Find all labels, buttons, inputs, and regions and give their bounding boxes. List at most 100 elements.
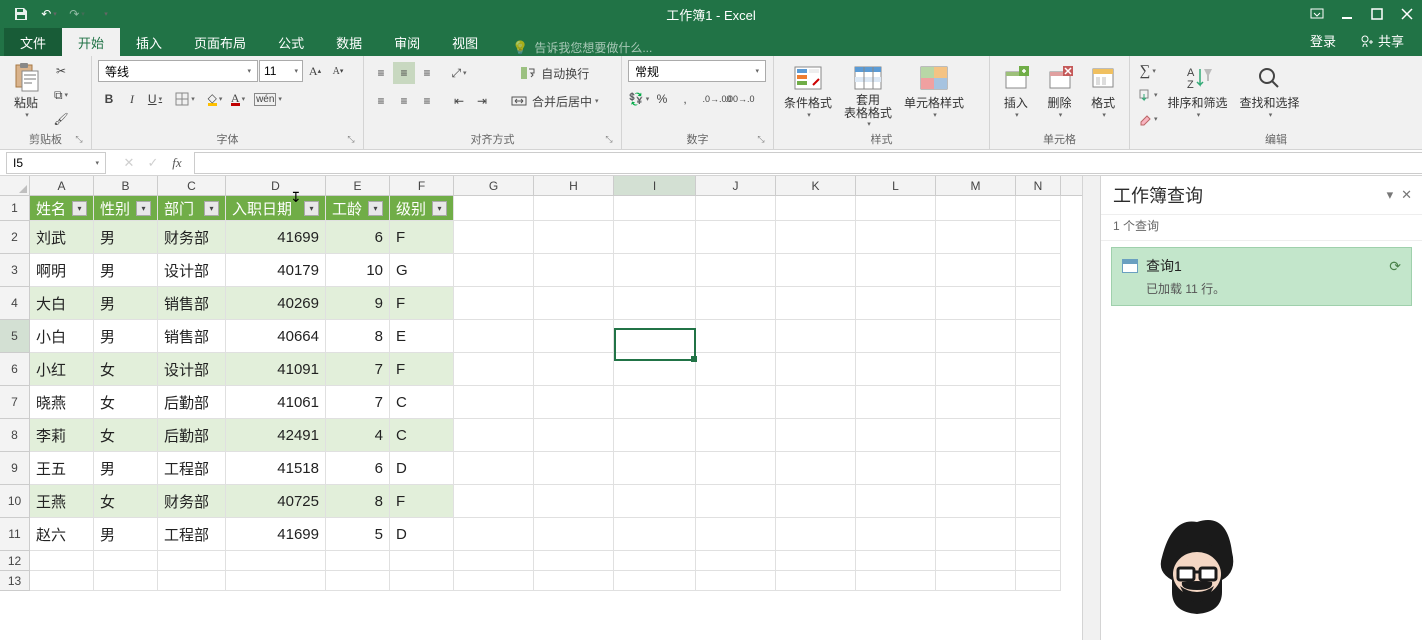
refresh-icon[interactable]: ⟳ <box>1389 258 1401 275</box>
cell[interactable]: 9 <box>326 287 390 320</box>
cell[interactable] <box>614 320 696 353</box>
dialog-launcher-icon[interactable]: ⤡ <box>345 134 357 146</box>
cell[interactable] <box>1016 196 1061 221</box>
increase-indent-button[interactable]: ⇥ <box>471 90 493 112</box>
phonetic-button[interactable]: wén▾ <box>257 88 279 110</box>
cell[interactable]: 女 <box>94 386 158 419</box>
cell[interactable]: F <box>390 353 454 386</box>
autosum-button[interactable]: ∑▾ <box>1136 60 1160 82</box>
cell[interactable]: G <box>390 254 454 287</box>
cell[interactable] <box>1016 452 1061 485</box>
col-header[interactable]: N <box>1016 176 1061 195</box>
fill-color-button[interactable]: ◇▾ <box>204 88 226 110</box>
font-size-select[interactable]: 11▾ <box>259 60 303 82</box>
cell[interactable]: 设计部 <box>158 353 226 386</box>
filter-icon[interactable]: ▾ <box>72 201 87 216</box>
col-header[interactable]: A <box>30 176 94 195</box>
font-color-button[interactable]: A▾ <box>227 88 249 110</box>
cell[interactable] <box>454 485 534 518</box>
tab-review[interactable]: 审阅 <box>378 28 436 56</box>
cell[interactable]: 小红 <box>30 353 94 386</box>
cell[interactable] <box>936 196 1016 221</box>
cell[interactable] <box>534 518 614 551</box>
cell[interactable]: 后勤部 <box>158 419 226 452</box>
cell[interactable] <box>856 386 936 419</box>
cell[interactable]: 啊明 <box>30 254 94 287</box>
cell[interactable] <box>696 518 776 551</box>
cell[interactable]: 女 <box>94 485 158 518</box>
cell[interactable] <box>856 419 936 452</box>
cell[interactable]: 41518 <box>226 452 326 485</box>
cell[interactable] <box>776 452 856 485</box>
cell[interactable] <box>326 571 390 591</box>
cell[interactable] <box>776 419 856 452</box>
cell[interactable] <box>776 254 856 287</box>
pane-menu-button[interactable]: ▾ <box>1387 187 1394 203</box>
cell[interactable] <box>776 196 856 221</box>
cell[interactable]: 41091 <box>226 353 326 386</box>
cell[interactable] <box>158 571 226 591</box>
cell[interactable]: 男 <box>94 287 158 320</box>
cell[interactable] <box>454 518 534 551</box>
cell[interactable] <box>776 221 856 254</box>
cell[interactable]: 销售部 <box>158 287 226 320</box>
cell[interactable]: 大白 <box>30 287 94 320</box>
cell[interactable] <box>454 353 534 386</box>
cell[interactable] <box>1016 254 1061 287</box>
cell[interactable] <box>856 320 936 353</box>
cell[interactable] <box>856 452 936 485</box>
align-center-button[interactable]: ≡ <box>393 90 415 112</box>
format-cells-button[interactable]: 格式▾ <box>1083 60 1123 121</box>
cell[interactable] <box>776 485 856 518</box>
save-button[interactable] <box>8 2 34 26</box>
cell[interactable] <box>696 221 776 254</box>
cell[interactable]: C <box>390 386 454 419</box>
tab-home[interactable]: 开始 <box>62 28 120 56</box>
border-button[interactable]: ▾ <box>174 88 196 110</box>
cell[interactable] <box>696 353 776 386</box>
cell[interactable]: 工程部 <box>158 518 226 551</box>
share-button[interactable]: 共享 <box>1350 25 1414 56</box>
col-header[interactable]: L <box>856 176 936 195</box>
cell[interactable] <box>776 320 856 353</box>
cell[interactable]: 7 <box>326 386 390 419</box>
cell[interactable]: 男 <box>94 320 158 353</box>
tab-data[interactable]: 数据 <box>320 28 378 56</box>
cell[interactable]: 女 <box>94 419 158 452</box>
dialog-launcher-icon[interactable]: ⤡ <box>755 134 767 146</box>
col-header[interactable]: K <box>776 176 856 195</box>
cell[interactable] <box>1016 485 1061 518</box>
decrease-indent-button[interactable]: ⇤ <box>448 90 470 112</box>
cell[interactable] <box>776 386 856 419</box>
cell[interactable] <box>1016 386 1061 419</box>
cell[interactable] <box>936 386 1016 419</box>
col-header[interactable]: D <box>226 176 326 195</box>
cell[interactable]: 41061 <box>226 386 326 419</box>
cell[interactable] <box>1016 518 1061 551</box>
cell[interactable] <box>696 196 776 221</box>
comma-button[interactable]: , <box>674 88 696 110</box>
cell[interactable] <box>696 320 776 353</box>
cell[interactable]: 财务部 <box>158 221 226 254</box>
cell[interactable]: 10 <box>326 254 390 287</box>
cell[interactable]: 8 <box>326 320 390 353</box>
wrap-text-button[interactable]: 自动换行 <box>507 62 603 84</box>
cell[interactable]: F <box>390 287 454 320</box>
filter-icon[interactable]: ▾ <box>304 201 319 216</box>
cell[interactable] <box>776 551 856 571</box>
cell[interactable] <box>614 452 696 485</box>
cell[interactable]: 40179 <box>226 254 326 287</box>
cell[interactable] <box>534 196 614 221</box>
cell[interactable]: 40725 <box>226 485 326 518</box>
font-name-select[interactable]: 等线▾ <box>98 60 258 82</box>
cell[interactable] <box>936 452 1016 485</box>
cell[interactable] <box>454 571 534 591</box>
cell[interactable] <box>936 518 1016 551</box>
cell[interactable] <box>614 551 696 571</box>
cell[interactable] <box>856 254 936 287</box>
fill-button[interactable]: ▾ <box>1136 84 1160 106</box>
table-format-button[interactable]: 套用 表格格式▾ <box>840 60 896 130</box>
cell[interactable] <box>534 419 614 452</box>
cell[interactable] <box>534 254 614 287</box>
cell[interactable] <box>326 551 390 571</box>
